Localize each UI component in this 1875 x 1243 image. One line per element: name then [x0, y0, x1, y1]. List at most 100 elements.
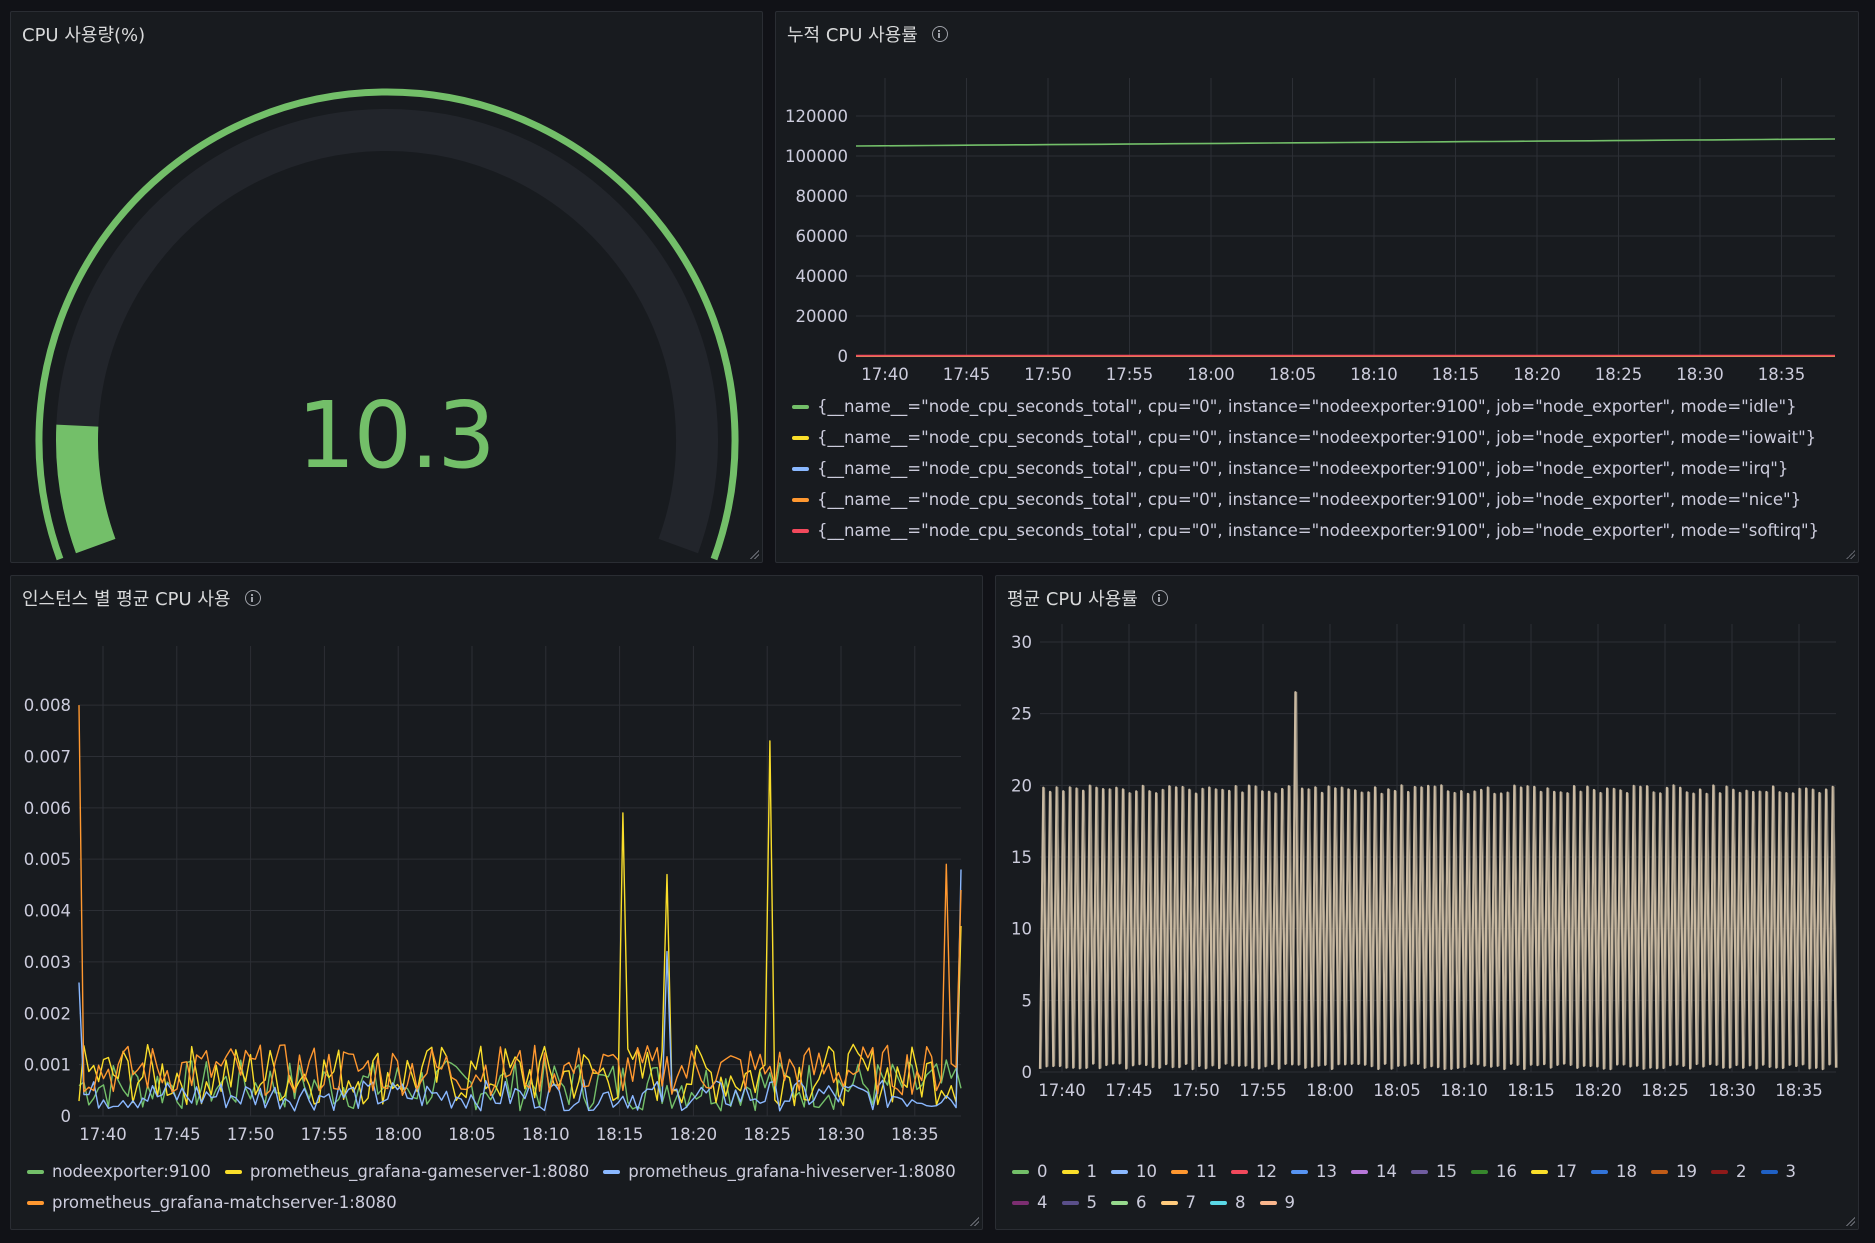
gauge-panel: CPU 사용량(%) 10.3 — [10, 11, 763, 563]
legend-swatch — [792, 435, 809, 440]
legend-item[interactable]: nodeexporter:9100 — [27, 1156, 211, 1187]
legend-item[interactable]: 4 — [1012, 1187, 1048, 1218]
x-tick-label: 18:20 — [1513, 365, 1561, 384]
legend-label: 2 — [1736, 1162, 1747, 1181]
legend-label: prometheus_grafana-gameserver-1:8080 — [249, 1162, 590, 1181]
legend-swatch — [1210, 1200, 1227, 1205]
x-tick-label: 17:45 — [1105, 1081, 1153, 1100]
legend-swatch — [1531, 1169, 1548, 1174]
legend-label: 18 — [1616, 1162, 1637, 1181]
y-tick-label: 10 — [1011, 920, 1032, 939]
legend-item[interactable]: 7 — [1160, 1187, 1196, 1218]
legend-swatch — [792, 497, 809, 502]
instance-avg-panel: 인스턴스 별 평균 CPU 사용 0 0.001 0.002 0.003 0.004 0.… — [10, 575, 983, 1230]
legend-label: 16 — [1496, 1162, 1517, 1181]
x-tick-label: 18:35 — [1775, 1081, 1823, 1100]
y-tick-label: 0.006 — [24, 799, 71, 818]
resize-handle[interactable] — [1845, 549, 1855, 559]
legend-label: prometheus_grafana-hiveserver-1:8080 — [628, 1162, 956, 1181]
legend-label: {__name__="node_cpu_seconds_total", cpu=… — [817, 490, 1802, 509]
legend-swatch — [1591, 1169, 1608, 1174]
legend-item[interactable]: 1 — [1061, 1156, 1097, 1187]
x-tick-label: 18:10 — [1440, 1081, 1488, 1100]
x-tick-label: 18:10 — [522, 1125, 570, 1144]
x-tick-label: 17:55 — [1239, 1081, 1287, 1100]
legend-item[interactable]: 17 — [1531, 1156, 1577, 1187]
legend-item[interactable]: 12 — [1231, 1156, 1277, 1187]
x-tick-label: 17:45 — [943, 365, 991, 384]
cumulative-panel: 누적 CPU 사용률 0 20000 40000 60000 80000 100000 12… — [775, 11, 1859, 563]
legend-label: 14 — [1376, 1162, 1397, 1181]
legend-swatch — [1231, 1169, 1248, 1174]
legend-item[interactable]: 15 — [1411, 1156, 1457, 1187]
x-tick-label: 17:40 — [79, 1125, 127, 1144]
legend-item[interactable]: 14 — [1351, 1156, 1397, 1187]
y-tick-label: 0.004 — [24, 902, 71, 921]
x-tick-label: 17:45 — [153, 1125, 201, 1144]
legend-swatch — [1351, 1169, 1368, 1174]
legend-item[interactable]: prometheus_grafana-gameserver-1:8080 — [224, 1156, 590, 1187]
legend-item[interactable]: 11 — [1171, 1156, 1217, 1187]
x-tick-label: 18:30 — [817, 1125, 865, 1144]
x-tick-label: 18:05 — [1373, 1081, 1421, 1100]
legend-label: 13 — [1316, 1162, 1337, 1181]
legend-item[interactable]: {__name__="node_cpu_seconds_total", cpu=… — [792, 422, 1838, 453]
instance-avg-chart: 0 0.001 0.002 0.003 0.004 0.005 0.006 0.007 0.00… — [24, 646, 962, 1144]
x-tick-label: 18:00 — [374, 1125, 422, 1144]
legend-item[interactable]: {__name__="node_cpu_seconds_total", cpu=… — [792, 391, 1838, 422]
resize-handle[interactable] — [969, 1216, 979, 1226]
legend-item[interactable]: 10 — [1111, 1156, 1157, 1187]
y-tick-label: 20000 — [796, 307, 849, 326]
x-tick-label: 18:00 — [1187, 365, 1235, 384]
legend-label: 12 — [1256, 1162, 1277, 1181]
legend-swatch — [792, 466, 809, 471]
legend-item[interactable]: 3 — [1760, 1156, 1797, 1187]
x-tick-label: 18:00 — [1306, 1081, 1354, 1100]
legend-item[interactable]: {__name__="node_cpu_seconds_total", cpu=… — [792, 453, 1838, 484]
legend-label: {__name__="node_cpu_seconds_total", cpu=… — [817, 397, 1797, 416]
legend-label: 8 — [1235, 1193, 1246, 1212]
legend-label: 15 — [1436, 1162, 1457, 1181]
legend-item[interactable]: 9 — [1259, 1187, 1296, 1218]
x-tick-label: 17:50 — [227, 1125, 275, 1144]
x-tick-label: 18:10 — [1350, 365, 1398, 384]
legend-item[interactable]: 0 — [1012, 1156, 1048, 1187]
gauge-value: 10.3 — [297, 382, 496, 489]
legend-item[interactable]: prometheus_grafana-hiveserver-1:8080 — [603, 1156, 956, 1187]
legend-item[interactable]: 16 — [1471, 1156, 1517, 1187]
legend-swatch — [1471, 1169, 1488, 1174]
legend-swatch — [224, 1169, 242, 1174]
y-tick-label: 0 — [61, 1107, 72, 1126]
legend-item[interactable]: {__name__="node_cpu_seconds_total", cpu=… — [792, 515, 1838, 546]
legend-swatch — [1012, 1200, 1029, 1205]
x-tick-label: 18:15 — [1432, 365, 1480, 384]
y-tick-label: 0 — [838, 347, 849, 366]
resize-handle[interactable] — [749, 549, 759, 559]
x-tick-label: 18:30 — [1708, 1081, 1756, 1100]
resize-handle[interactable] — [1845, 1216, 1855, 1226]
legend-item[interactable]: 13 — [1291, 1156, 1337, 1187]
legend-item[interactable]: 19 — [1651, 1156, 1697, 1187]
legend-label: nodeexporter:9100 — [52, 1162, 211, 1181]
legend-swatch — [792, 404, 809, 409]
x-tick-label: 18:25 — [1641, 1081, 1689, 1100]
legend-label: 19 — [1676, 1162, 1697, 1181]
legend-swatch — [1259, 1200, 1277, 1205]
legend-item[interactable]: 8 — [1210, 1187, 1246, 1218]
y-tick-label: 40000 — [796, 267, 849, 286]
y-tick-label: 5 — [1022, 991, 1033, 1010]
legend-item[interactable]: 2 — [1711, 1156, 1747, 1187]
legend-label: 3 — [1785, 1162, 1797, 1181]
y-tick-label: 0.008 — [24, 696, 71, 715]
legend-item[interactable]: prometheus_grafana-matchserver-1:8080 — [27, 1187, 397, 1218]
legend-label: 9 — [1284, 1193, 1296, 1212]
x-tick-label: 17:40 — [1038, 1081, 1086, 1100]
legend-item[interactable]: 18 — [1591, 1156, 1637, 1187]
legend-item[interactable]: 6 — [1111, 1187, 1147, 1218]
x-tick-label: 18:15 — [596, 1125, 644, 1144]
cumulative-chart: 0 20000 40000 60000 80000 100000 120000 17:40 17… — [785, 78, 1836, 384]
legend-item[interactable]: 5 — [1061, 1187, 1097, 1218]
legend-item[interactable]: {__name__="node_cpu_seconds_total", cpu=… — [792, 484, 1838, 515]
y-tick-label: 0.007 — [24, 747, 71, 766]
legend-swatch — [1061, 1200, 1079, 1205]
